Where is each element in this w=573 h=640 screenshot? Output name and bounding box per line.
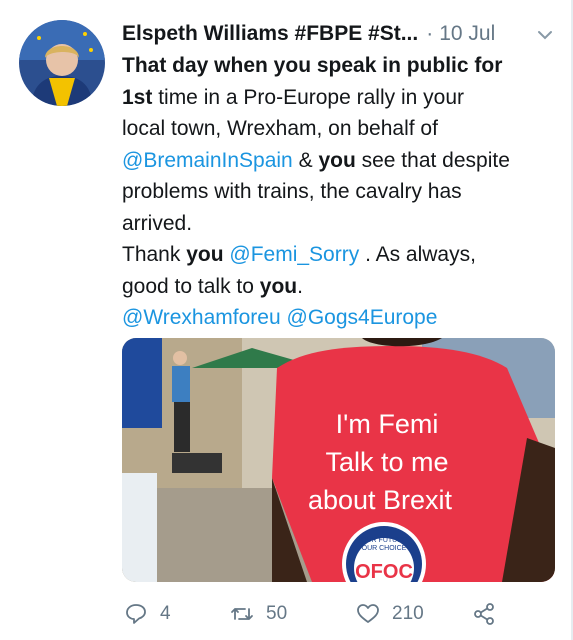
reply-count: 4 [160,603,171,624]
retweet-icon [231,608,253,620]
text-span: time in a Pro-Europe rally in your [152,85,464,109]
reply-button[interactable]: 4 [124,602,171,626]
retweet-count: 50 [266,603,288,624]
text-span: arrived. [122,211,193,235]
tweet-photo[interactable]: I'm Femi Talk to me about Brexit OUR FUT… [122,338,555,582]
text-span: . As always, [359,243,476,266]
action-bar: 4 50 210 [122,596,562,632]
avatar[interactable] [19,20,105,106]
share-icon [474,603,494,625]
tweet-header: Elspeth Williams #FBPE #St... · 10 Jul [122,18,562,50]
like-count: 210 [392,603,424,624]
tweet-text: That day when you speak in public for 1s… [122,50,562,334]
mention-link[interactable]: @Wrexhamforeu [122,306,281,329]
text-span: good to talk to [122,274,260,298]
text-bold: 1st [122,85,153,109]
share-button[interactable] [472,602,496,626]
text-span: . [297,274,303,298]
text-bold: you [186,243,224,266]
tweet-date[interactable]: 10 Jul [439,22,495,46]
text-bold: you [259,274,298,298]
badge-text-line2: OUR CHOICE [362,545,407,552]
retweet-button[interactable]: 50 [230,602,287,626]
separator-dot: · [426,22,434,45]
shirt-text-line1: I'm Femi [336,409,439,439]
badge-logo: OFOC [355,561,413,582]
author-name[interactable]: Elspeth Williams #FBPE #St... [122,22,418,46]
text-span: see that despite [355,148,510,172]
text-bold: you [318,148,356,172]
text-bold: That day when you speak in public for [122,54,503,77]
mention-link[interactable]: @Femi_Sorry [229,243,359,266]
text-span: local town, Wrexham, on behalf of [122,117,438,140]
reply-icon [126,604,146,624]
badge-text-line1: OUR FUTURE [361,537,407,544]
text-span: Thank [122,243,187,266]
like-button[interactable]: 210 [356,602,424,626]
mention-link[interactable]: @BremainInSpain [122,149,293,172]
like-icon [357,604,379,623]
mention-link[interactable]: @Gogs4Europe [287,306,438,329]
shirt-text-line2: Talk to me [325,447,448,477]
text-span: & [292,148,319,172]
text-span: problems with trains, the cavalry has [122,180,462,203]
shirt-text-line3: about Brexit [308,485,453,515]
caret-down-icon[interactable] [536,26,554,44]
